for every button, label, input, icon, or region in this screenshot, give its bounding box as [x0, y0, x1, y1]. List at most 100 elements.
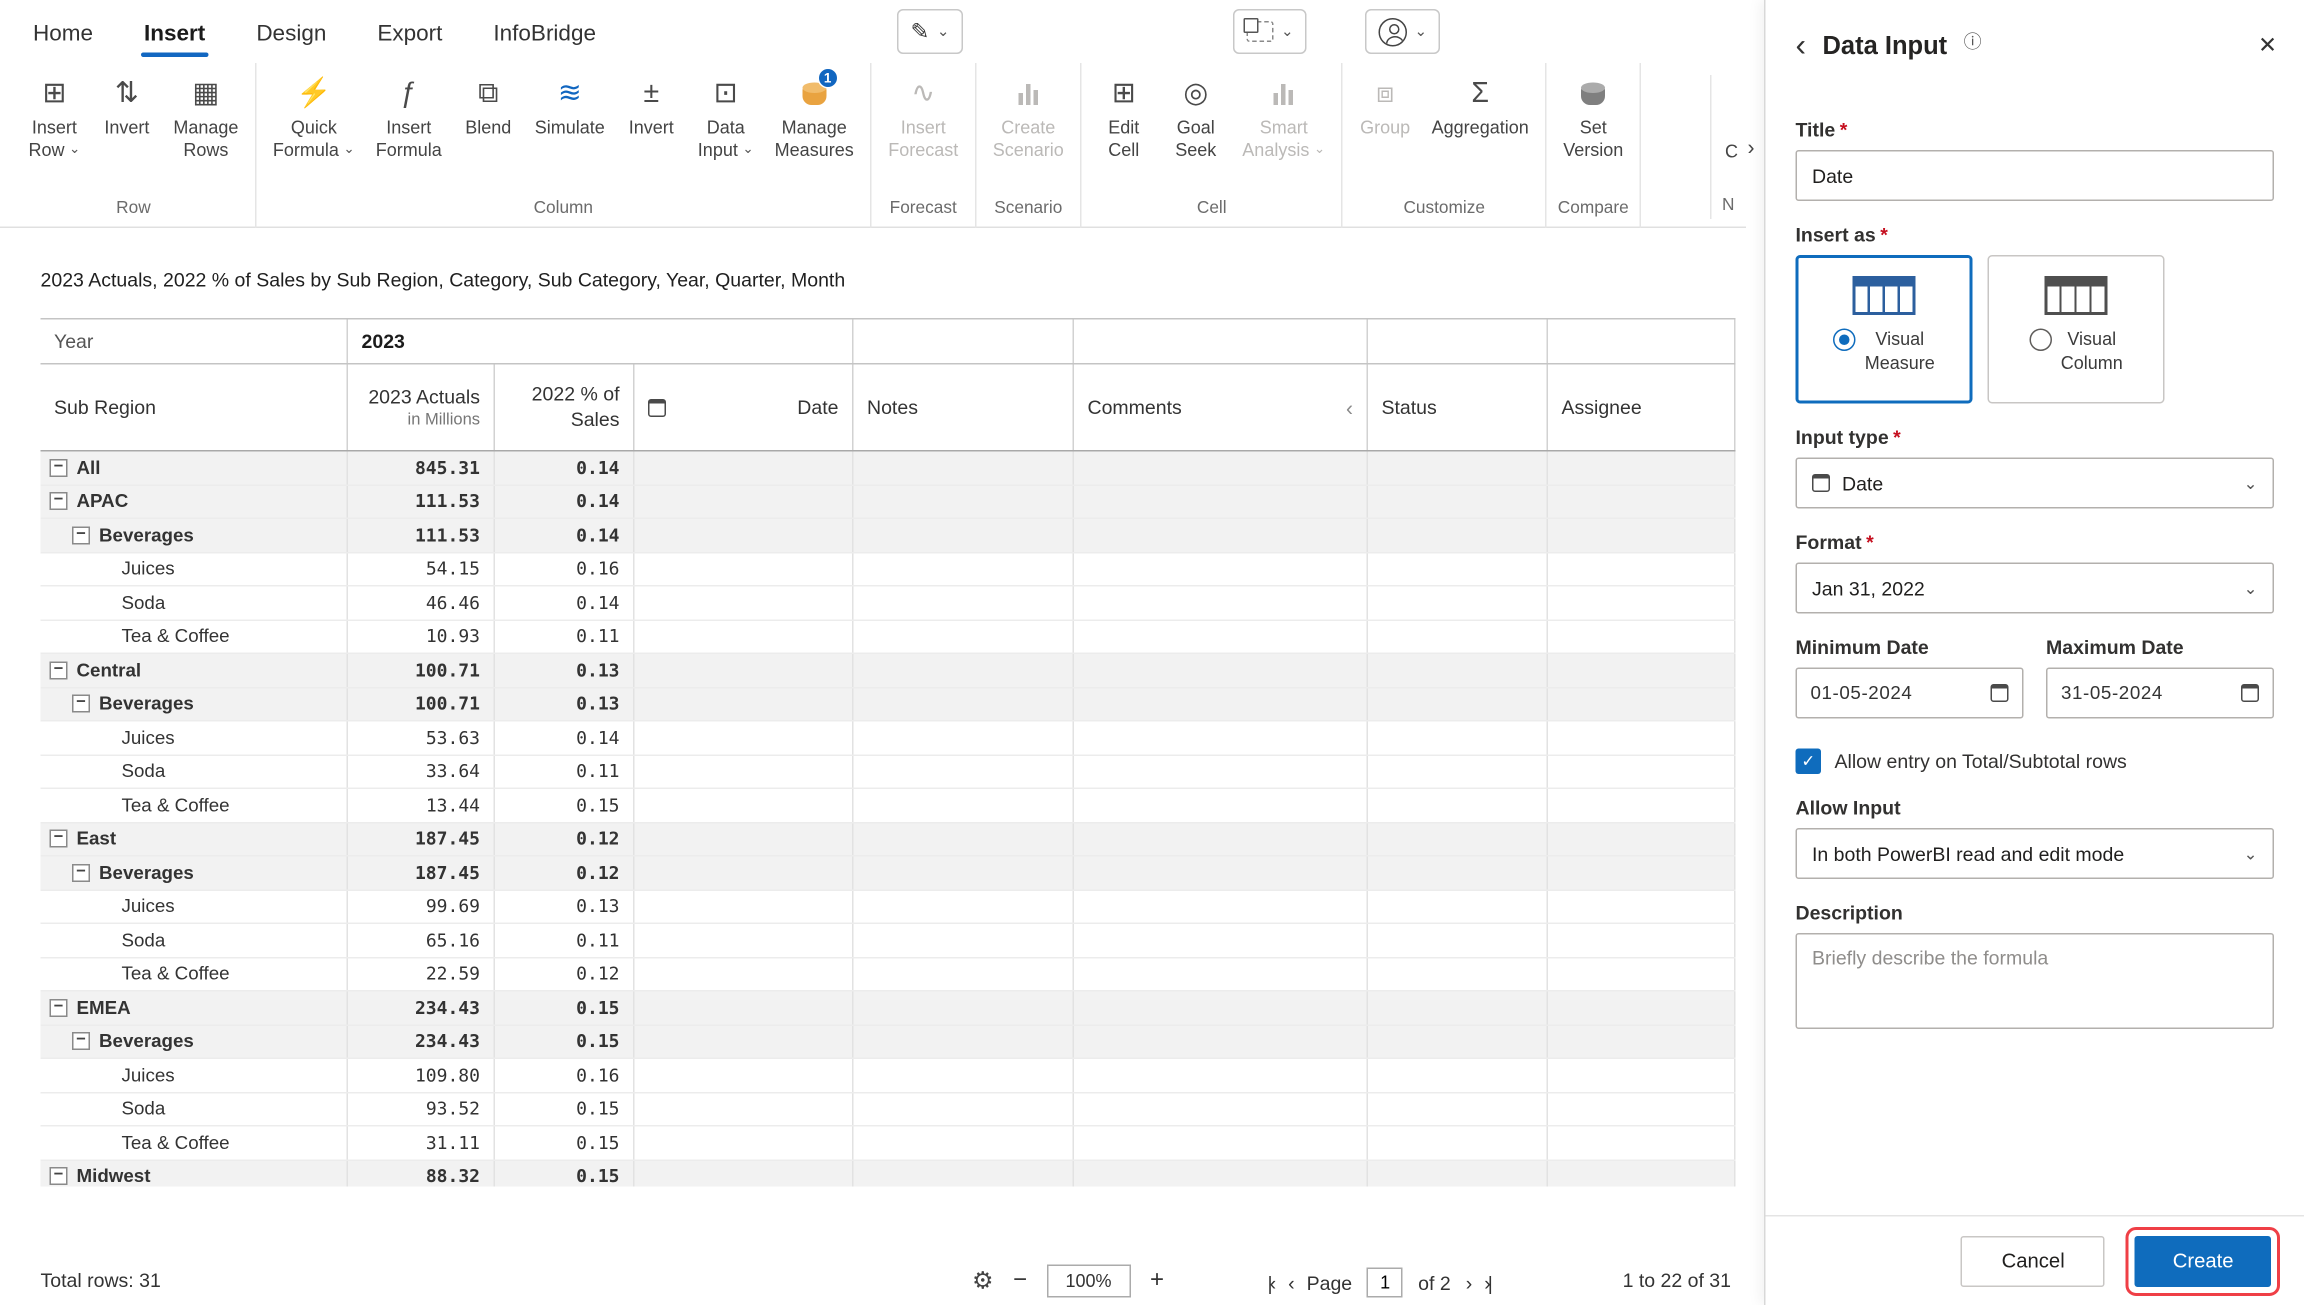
cell-sales[interactable]: 0.14 — [495, 485, 635, 518]
cell-comments[interactable] — [1074, 687, 1368, 720]
option-visual-column[interactable]: Visual Column — [1987, 255, 2165, 404]
cell-actuals[interactable]: 65.16 — [348, 924, 495, 957]
collapse-toggle-icon[interactable]: − — [49, 492, 68, 511]
cell-assignee[interactable] — [1548, 721, 1736, 754]
column-header-actuals[interactable]: 2023 Actuals in Millions — [348, 364, 495, 450]
cell-assignee[interactable] — [1548, 957, 1736, 990]
ribbon-overflow-chevron-icon[interactable]: › — [1748, 135, 1755, 159]
table-row[interactable]: Tea & Coffee 31.11 0.15 — [40, 1126, 1736, 1161]
zoom-in-icon[interactable]: + — [1150, 1268, 1164, 1295]
cell-subregion[interactable]: Tea & Coffee — [41, 1126, 348, 1159]
cell-date[interactable] — [635, 856, 854, 889]
ribbon-button-edit-cell[interactable]: ⊞ Edit Cell — [1088, 63, 1160, 164]
cell-comments[interactable] — [1074, 890, 1368, 923]
cell-actuals[interactable]: 109.80 — [348, 1059, 495, 1092]
cell-comments[interactable] — [1074, 586, 1368, 619]
cell-notes[interactable] — [854, 789, 1074, 822]
cell-notes[interactable] — [854, 1025, 1074, 1058]
cell-sales[interactable]: 0.15 — [495, 789, 635, 822]
cell-date[interactable] — [635, 991, 854, 1024]
maximum-date-input[interactable]: 31-05-2024 — [2046, 667, 2274, 719]
cell-subregion[interactable]: − APAC — [41, 485, 348, 518]
cell-subregion[interactable]: Soda — [41, 586, 348, 619]
cell-status[interactable] — [1368, 822, 1548, 855]
cell-comments[interactable] — [1074, 1160, 1368, 1187]
cell-subregion[interactable]: Tea & Coffee — [41, 957, 348, 990]
collapse-toggle-icon[interactable]: − — [49, 1167, 68, 1186]
cell-sales[interactable]: 0.14 — [495, 721, 635, 754]
cell-date[interactable] — [635, 1059, 854, 1092]
cell-assignee[interactable] — [1548, 924, 1736, 957]
cell-notes[interactable] — [854, 1092, 1074, 1125]
column-header-notes[interactable]: Notes — [854, 364, 1074, 450]
cell-notes[interactable] — [854, 721, 1074, 754]
collapse-toggle-icon[interactable]: − — [49, 458, 68, 477]
edit-mode-button[interactable]: ✎ ⌄ — [897, 9, 963, 54]
cell-actuals[interactable]: 33.64 — [348, 755, 495, 788]
ribbon-button-invert[interactable]: ⇅ Invert — [91, 63, 163, 142]
cell-comments[interactable] — [1074, 991, 1368, 1024]
cell-date[interactable] — [635, 451, 854, 484]
cell-assignee[interactable] — [1548, 586, 1736, 619]
column-header-comments[interactable]: Comments ‹ — [1074, 364, 1368, 450]
cell-date[interactable] — [635, 586, 854, 619]
cell-comments[interactable] — [1074, 552, 1368, 585]
table-row[interactable]: Soda 65.16 0.11 — [40, 924, 1736, 958]
cell-subregion[interactable]: − Central — [41, 654, 348, 687]
cell-sales[interactable]: 0.13 — [495, 654, 635, 687]
cell-assignee[interactable] — [1548, 1126, 1736, 1159]
cell-assignee[interactable] — [1548, 451, 1736, 484]
ribbon-button-insert-formula[interactable]: ƒ Insert Formula — [365, 63, 452, 164]
cell-sales[interactable]: 0.12 — [495, 856, 635, 889]
cell-subregion[interactable]: − EMEA — [41, 991, 348, 1024]
cell-status[interactable] — [1368, 991, 1548, 1024]
ribbon-button-aggregation[interactable]: Σ Aggregation — [1421, 63, 1539, 142]
table-row[interactable]: Soda 33.64 0.11 — [40, 755, 1736, 789]
cell-date[interactable] — [635, 957, 854, 990]
cell-actuals[interactable]: 187.45 — [348, 822, 495, 855]
table-row[interactable]: − All 845.31 0.14 — [40, 451, 1736, 486]
minimum-date-input[interactable]: 01-05-2024 — [1795, 667, 2024, 719]
cell-assignee[interactable] — [1548, 552, 1736, 585]
cell-assignee[interactable] — [1548, 687, 1736, 720]
cell-notes[interactable] — [854, 1059, 1074, 1092]
column-header-date[interactable]: Date — [635, 364, 854, 450]
cell-subregion[interactable]: Juices — [41, 1059, 348, 1092]
ribbon-button-goal-seek[interactable]: ◎ Goal Seek — [1160, 63, 1232, 164]
info-icon[interactable]: ⓘ — [1964, 28, 1982, 54]
column-header-subregion[interactable]: Sub Region — [41, 364, 348, 450]
cell-notes[interactable] — [854, 924, 1074, 957]
date-picker-icon[interactable] — [2241, 684, 2259, 702]
cell-sales[interactable]: 0.11 — [495, 924, 635, 957]
tab-infobridge[interactable]: InfoBridge — [490, 5, 599, 58]
cell-comments[interactable] — [1074, 451, 1368, 484]
cell-assignee[interactable] — [1548, 519, 1736, 552]
cell-actuals[interactable]: 111.53 — [348, 485, 495, 518]
cell-status[interactable] — [1368, 620, 1548, 653]
cell-actuals[interactable]: 845.31 — [348, 451, 495, 484]
cell-actuals[interactable]: 187.45 — [348, 856, 495, 889]
radio-unselected-icon[interactable] — [2029, 328, 2052, 351]
cell-notes[interactable] — [854, 586, 1074, 619]
table-row[interactable]: Soda 46.46 0.14 — [40, 586, 1736, 621]
cell-date[interactable] — [635, 1092, 854, 1125]
cell-actuals[interactable]: 53.63 — [348, 721, 495, 754]
cell-comments[interactable] — [1074, 755, 1368, 788]
collapse-toggle-icon[interactable]: − — [49, 829, 68, 848]
cell-actuals[interactable]: 234.43 — [348, 991, 495, 1024]
cell-subregion[interactable]: Soda — [41, 755, 348, 788]
cell-sales[interactable]: 0.11 — [495, 620, 635, 653]
cell-assignee[interactable] — [1548, 991, 1736, 1024]
table-row[interactable]: Tea & Coffee 13.44 0.15 — [40, 789, 1736, 823]
table-row[interactable]: Juices 54.15 0.16 — [40, 552, 1736, 587]
cell-sales[interactable]: 0.16 — [495, 552, 635, 585]
description-textarea[interactable] — [1795, 933, 2274, 1029]
collapse-toggle-icon[interactable]: − — [72, 525, 90, 545]
cell-assignee[interactable] — [1548, 755, 1736, 788]
cell-status[interactable] — [1368, 654, 1548, 687]
cell-status[interactable] — [1368, 485, 1548, 518]
settings-gear-icon[interactable]: ⚙ — [972, 1266, 994, 1296]
cell-assignee[interactable] — [1548, 789, 1736, 822]
table-row[interactable]: − East 187.45 0.12 — [40, 822, 1736, 857]
cell-date[interactable] — [635, 654, 854, 687]
